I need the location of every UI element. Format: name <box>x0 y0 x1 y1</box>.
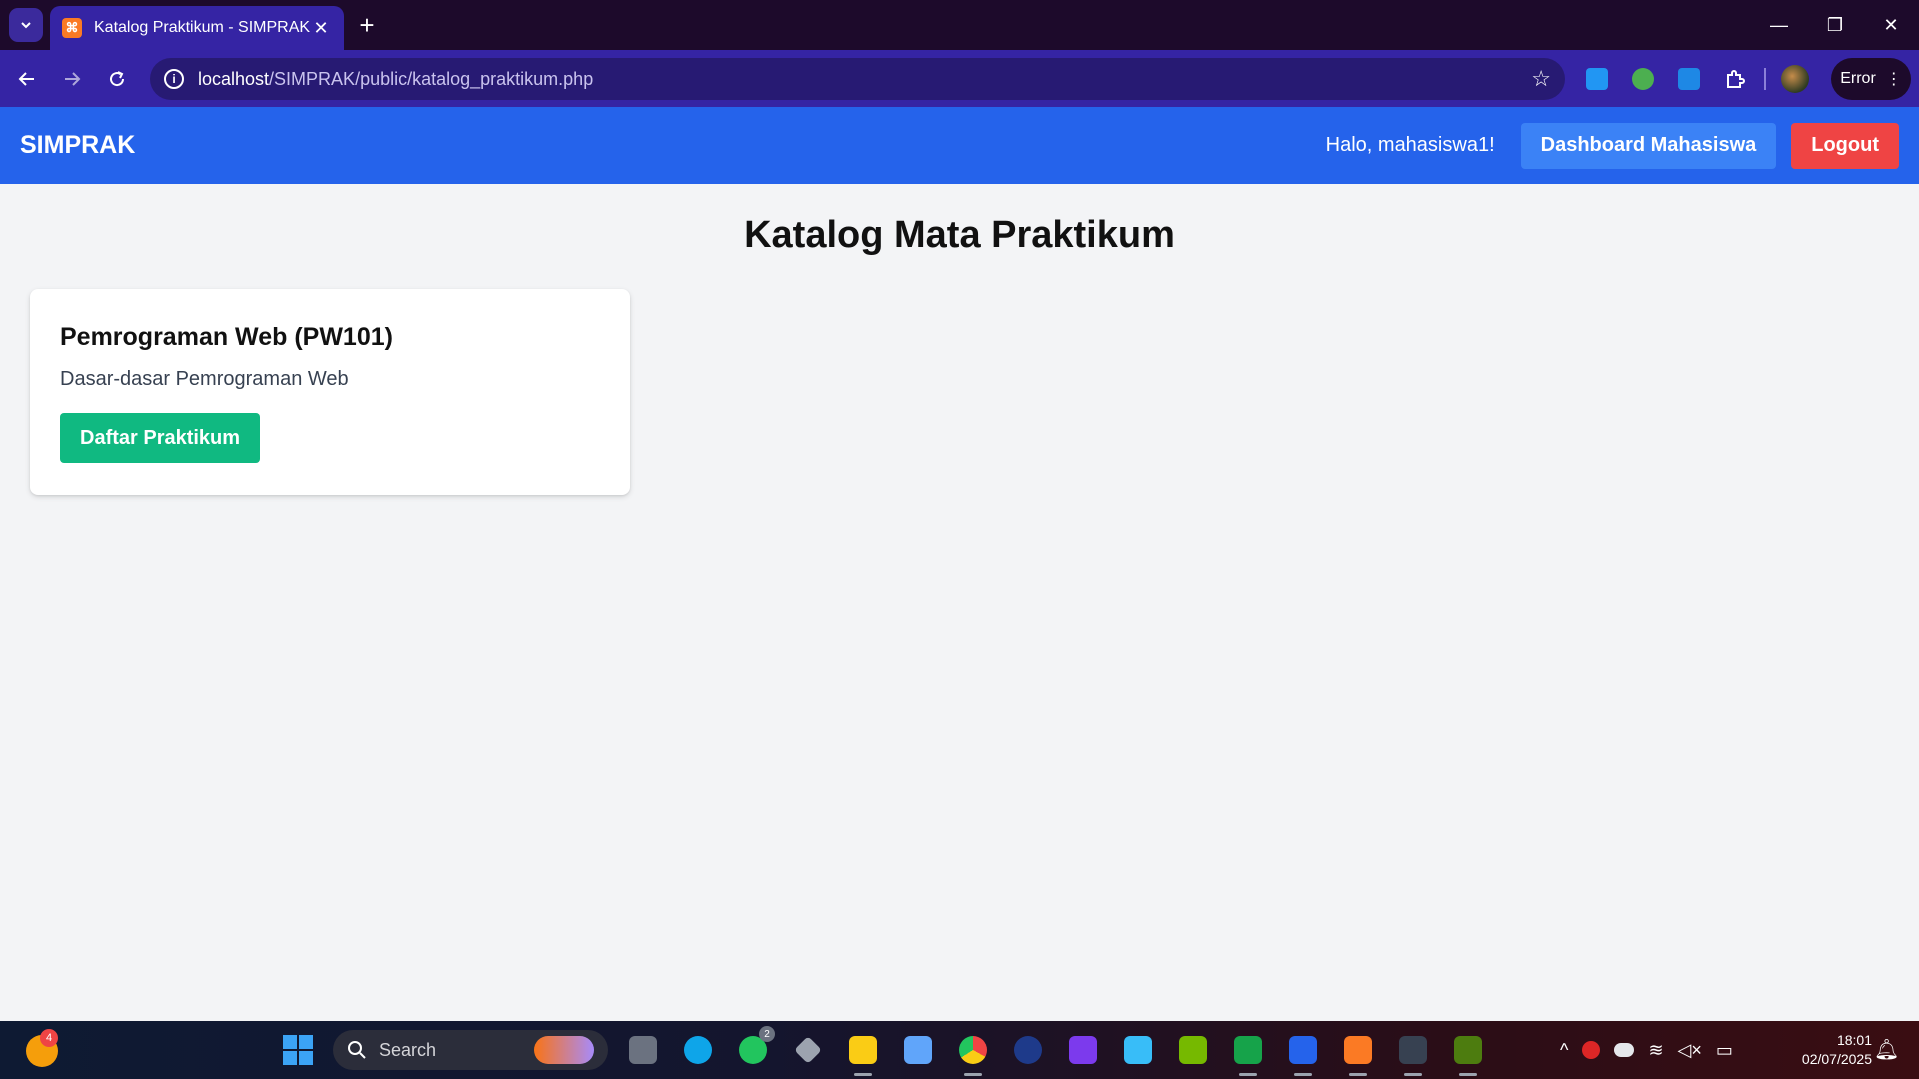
browser-toolbar: i localhost /SIMPRAK/public/katalog_prak… <box>0 50 1919 107</box>
file-explorer-icon[interactable] <box>843 1030 883 1076</box>
vscode-icon[interactable] <box>1283 1030 1323 1076</box>
profile-avatar[interactable] <box>1778 62 1812 96</box>
browser-tabstrip: ⌘ Katalog Praktikum - SIMPRAK ✕ + — ❐ ✕ <box>0 0 1919 50</box>
search-highlight-image <box>534 1036 594 1064</box>
window-controls: — ❐ ✕ <box>1751 0 1919 50</box>
puzzle-extensions-icon[interactable] <box>1718 62 1752 96</box>
widgets-badge: 4 <box>40 1029 58 1047</box>
wifi-icon[interactable]: ≋ <box>1648 1040 1663 1061</box>
puzzle-icon <box>1727 70 1745 88</box>
course-card: Pemrograman Web (PW101) Dasar-dasar Pemr… <box>30 289 630 495</box>
whatsapp-badge: 2 <box>759 1026 775 1042</box>
site-info-icon[interactable]: i <box>164 69 184 89</box>
extension-blue-icon[interactable] <box>1672 62 1706 96</box>
app-brand[interactable]: SIMPRAK <box>20 131 135 160</box>
search-placeholder: Search <box>379 1039 437 1060</box>
page-title: Katalog Mata Praktikum <box>744 214 1175 256</box>
profile-error-label: Error <box>1840 70 1876 87</box>
app-green-icon[interactable] <box>1228 1030 1268 1076</box>
clock[interactable]: 18:01 02/07/2025 <box>1782 1031 1872 1069</box>
url-path: /SIMPRAK/public/katalog_praktikum.php <box>269 68 594 89</box>
system-tray: ^ ≋ ◁× ▭ <box>1560 1033 1733 1067</box>
battery-icon[interactable]: ▭ <box>1716 1040 1733 1061</box>
terminal-icon[interactable] <box>1393 1030 1433 1076</box>
forward-button[interactable] <box>55 62 89 96</box>
arrow-right-icon <box>65 72 81 86</box>
close-window-icon[interactable]: ✕ <box>1863 0 1919 50</box>
taskbar-apps: Search 2 <box>278 1026 1488 1076</box>
extensions-area <box>1580 62 1812 96</box>
photos-icon[interactable] <box>1118 1030 1158 1070</box>
unity-icon[interactable] <box>788 1030 828 1070</box>
chevron-down-icon <box>21 22 31 29</box>
new-tab-button[interactable]: + <box>352 10 382 40</box>
kebab-menu-icon: ⋮ <box>1885 71 1902 88</box>
reload-button[interactable] <box>100 62 134 96</box>
navbar-right: Halo, mahasiswa1! Dashboard Mahasiswa Lo… <box>1325 122 1899 169</box>
minimize-icon[interactable]: — <box>1751 0 1807 50</box>
back-button[interactable] <box>10 62 44 96</box>
whatsapp-icon[interactable]: 2 <box>733 1026 775 1070</box>
restore-icon[interactable]: ❐ <box>1807 0 1863 50</box>
download-icon[interactable] <box>1580 62 1614 96</box>
volume-muted-icon[interactable]: ◁× <box>1678 1040 1702 1061</box>
bookmark-star-icon[interactable]: ☆ <box>1531 66 1551 92</box>
nvidia-icon[interactable] <box>1173 1030 1213 1070</box>
clock-date: 02/07/2025 <box>1801 1051 1872 1067</box>
user-greeting: Halo, mahasiswa1! <box>1325 134 1495 156</box>
steam-icon[interactable] <box>1008 1030 1048 1070</box>
chrome-icon[interactable] <box>953 1030 993 1076</box>
app-navbar: SIMPRAK Halo, mahasiswa1! Dashboard Maha… <box>0 107 1919 184</box>
url-host: localhost <box>198 68 270 89</box>
arrow-left-icon <box>18 72 34 86</box>
clock-time: 18:01 <box>1836 1032 1872 1048</box>
profile-error-button[interactable]: Error ⋮ <box>1831 58 1911 100</box>
close-tab-icon[interactable]: ✕ <box>310 17 332 39</box>
edge-icon[interactable] <box>678 1030 718 1070</box>
register-course-button[interactable]: Daftar Praktikum <box>60 413 261 463</box>
avatar-icon <box>1781 65 1809 93</box>
ms-store-icon[interactable] <box>898 1030 938 1070</box>
cloud-error-icon[interactable] <box>1614 1043 1635 1057</box>
course-title: Pemrograman Web (PW101) <box>60 323 393 351</box>
nvidia-app-icon[interactable] <box>1448 1030 1488 1076</box>
start-menu-icon[interactable] <box>278 1030 318 1070</box>
toolbar-divider <box>1764 68 1766 90</box>
xampp-icon[interactable] <box>1338 1030 1378 1076</box>
tab-search-button[interactable] <box>9 8 43 42</box>
chevron-up-icon[interactable]: ^ <box>1560 1040 1568 1061</box>
notification-bell-icon[interactable]: 🔔︎ <box>1874 1037 1899 1062</box>
address-bar[interactable]: i localhost /SIMPRAK/public/katalog_prak… <box>150 58 1565 100</box>
extension-green-icon[interactable] <box>1626 62 1660 96</box>
course-description: Dasar-dasar Pemrograman Web <box>60 368 349 390</box>
xampp-favicon-icon: ⌘ <box>62 18 82 38</box>
writer-app-icon[interactable] <box>1063 1030 1103 1070</box>
taskbar-search[interactable]: Search <box>333 1030 608 1070</box>
dashboard-button[interactable]: Dashboard Mahasiswa <box>1520 122 1777 169</box>
mcafee-icon[interactable] <box>1582 1041 1601 1059</box>
windows-taskbar: 4 Search 2 ^ ≋ ◁× ▭ 18:01 02/07/2025 🔔︎ <box>0 1021 1919 1079</box>
tab-title: Katalog Praktikum - SIMPRAK <box>94 19 310 36</box>
search-icon <box>348 1041 366 1059</box>
tab-active[interactable]: ⌘ Katalog Praktikum - SIMPRAK ✕ <box>50 6 344 50</box>
reload-icon <box>110 71 125 87</box>
task-view-icon[interactable] <box>623 1030 663 1070</box>
logout-button[interactable]: Logout <box>1791 122 1899 169</box>
